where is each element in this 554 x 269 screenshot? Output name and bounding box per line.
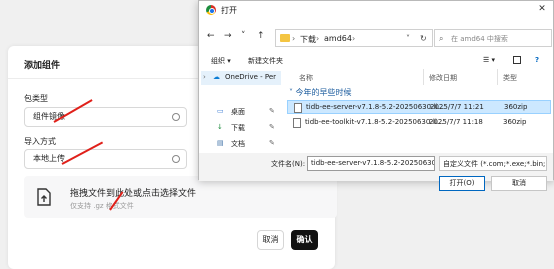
file-icon	[293, 118, 301, 128]
search-box[interactable]: ⌕ 在 amd64 中搜索	[434, 29, 552, 47]
chevron-right-icon: ›	[292, 34, 296, 43]
sidebar-item-documents[interactable]: 文档	[231, 139, 245, 149]
address-dropdown-icon[interactable]: ˅	[406, 34, 410, 43]
import-method-label: 导入方式	[24, 137, 56, 146]
upload-hint: 仅支持 .gz 格式文件	[70, 202, 134, 210]
help-icon[interactable]: ?	[535, 56, 539, 64]
pin-icon: ✎	[269, 123, 275, 131]
file-dialog-cancel-button[interactable]: 取消	[491, 176, 547, 191]
new-folder-button[interactable]: 新建文件夹	[248, 56, 283, 66]
file-type: 360zip	[504, 103, 528, 111]
open-file-dialog: 打开 ✕ ← → ˅ ↑ › 下载 › amd64 › ˅ ↻ ⌕ 在 amd6…	[198, 0, 554, 191]
column-header-name[interactable]: 名称	[299, 73, 313, 83]
column-divider	[497, 69, 498, 85]
folder-icon	[280, 34, 290, 42]
dialog-title: 添加组件	[24, 61, 61, 71]
search-placeholder: 在 amd64 中搜索	[451, 35, 508, 43]
file-date: 2025/7/7 11:18	[429, 118, 483, 126]
file-name: tidb-ee-server-v7.1.8-5.2-20250630-li...	[306, 103, 445, 111]
package-type-label: 包类型	[24, 94, 48, 103]
filetype-select[interactable]: 自定义文件 (*.com;*.exe;*.bin;	[439, 156, 547, 171]
address-bar[interactable]: › 下载 › amd64 › ˅ ↻	[275, 29, 433, 47]
expand-chevron-icon[interactable]: ›	[203, 73, 206, 81]
breadcrumb-amd64[interactable]: amd64	[324, 34, 352, 43]
chevron-right-icon: ›	[352, 34, 356, 43]
refresh-icon[interactable]: ↻	[420, 34, 427, 43]
file-row[interactable]: tidb-ee-toolkit-v7.1.8-5.2-20250630-li..…	[287, 116, 551, 130]
open-button[interactable]: 打开(O)	[439, 176, 485, 191]
confirm-button[interactable]: 确认	[291, 230, 318, 250]
dialog-title: 打开	[221, 6, 237, 15]
up-icon[interactable]: ↑	[257, 31, 265, 41]
navigation-pane: › ☁ OneDrive - Per ▭ 桌面 ✎ ↓ 下载 ✎ ▤ 文档 ✎	[199, 69, 285, 153]
recent-chevron-icon[interactable]: ˅	[241, 31, 246, 41]
import-method-select[interactable]: 本地上传	[24, 149, 187, 169]
group-label: 今年的早些时候	[295, 88, 352, 97]
import-method-value: 本地上传	[33, 154, 65, 163]
sidebar-item-downloads[interactable]: 下载	[231, 123, 245, 133]
package-type-select[interactable]: 组件镜像	[24, 107, 187, 127]
breadcrumb-downloads[interactable]: 下载	[300, 34, 316, 45]
search-icon: ⌕	[439, 34, 444, 43]
file-row[interactable]: tidb-ee-server-v7.1.8-5.2-20250630-li...…	[287, 100, 551, 114]
view-options-icon[interactable]: ☰ ▾	[483, 56, 495, 64]
toolbar: 组织 ▾ 新建文件夹 ☰ ▾ ?	[199, 53, 553, 69]
desktop-icon: ▭	[217, 107, 224, 115]
file-type: 360zip	[503, 118, 527, 126]
upload-dropzone[interactable]: 拖拽文件到此处或点击选择文件 仅支持 .gz 格式文件	[24, 176, 337, 218]
download-icon: ↓	[217, 123, 223, 131]
forward-icon[interactable]: →	[224, 31, 232, 41]
pin-icon: ✎	[269, 107, 275, 115]
filename-input[interactable]: tidb-ee-server-v7.1.8-5.2-20250630-linu	[307, 156, 435, 171]
pin-icon: ✎	[269, 139, 275, 147]
upload-text: 拖拽文件到此处或点击选择文件	[70, 189, 197, 199]
file-list: 名称 修改日期 类型 ˅ 今年的早些时候 tidb-ee-server-v7.1…	[287, 69, 551, 153]
file-date: 2025/7/7 11:21	[430, 103, 484, 111]
file-name: tidb-ee-toolkit-v7.1.8-5.2-20250630-li..…	[305, 118, 444, 126]
select-chevron-icon	[172, 155, 180, 163]
close-icon[interactable]: ✕	[535, 3, 549, 15]
file-icon	[294, 103, 302, 113]
preview-pane-icon[interactable]	[513, 56, 521, 64]
column-divider	[423, 69, 424, 85]
chrome-icon	[206, 5, 216, 15]
sidebar-item-desktop[interactable]: 桌面	[231, 107, 245, 117]
file-upload-icon	[37, 188, 51, 206]
group-header[interactable]: ˅ 今年的早些时候	[289, 87, 352, 98]
select-chevron-icon	[172, 113, 180, 121]
column-header-modified[interactable]: 修改日期	[429, 73, 457, 83]
column-header-type[interactable]: 类型	[503, 73, 517, 83]
cancel-button[interactable]: 取消	[257, 230, 284, 250]
chevron-right-icon: ›	[316, 34, 320, 43]
cloud-icon: ☁	[213, 73, 220, 81]
organize-menu[interactable]: 组织 ▾	[211, 56, 231, 66]
sidebar-item-onedrive[interactable]: OneDrive - Per	[225, 73, 276, 81]
titlebar: 打开 ✕	[199, 1, 553, 19]
navigation-bar: ← → ˅ ↑ › 下载 › amd64 › ˅ ↻ ⌕ 在 amd64 中搜索	[199, 27, 553, 49]
filename-label: 文件名(N):	[271, 160, 306, 168]
document-icon: ▤	[217, 139, 224, 147]
back-icon[interactable]: ←	[207, 31, 215, 41]
